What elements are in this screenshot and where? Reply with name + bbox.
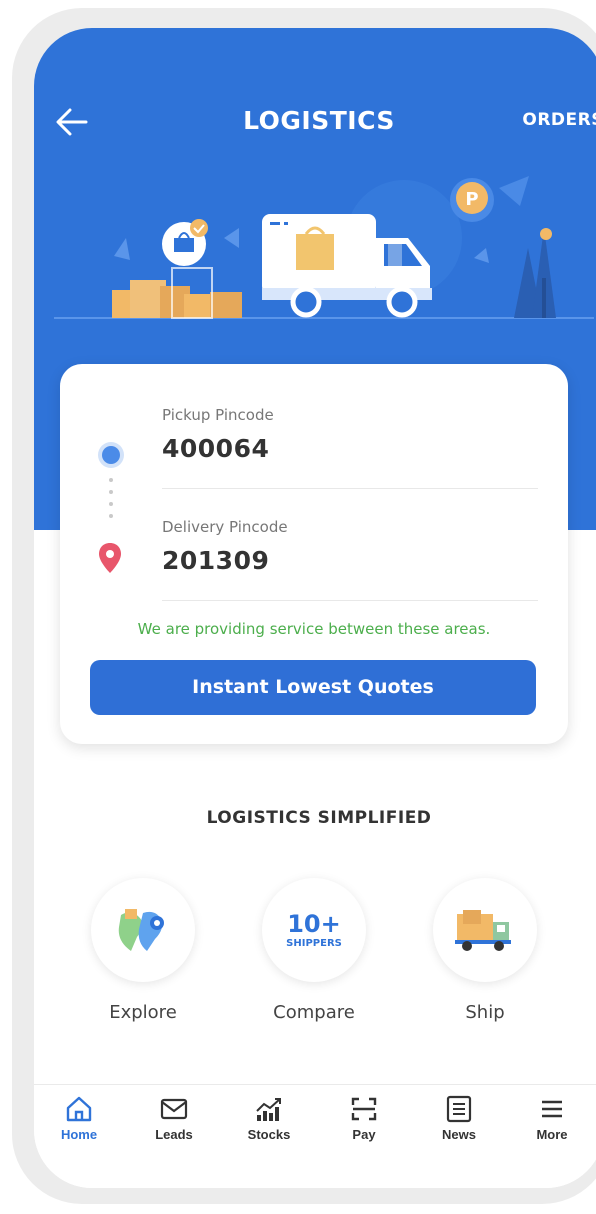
pickup-marker-icon [102,446,120,464]
pickup-label: Pickup Pincode [162,406,274,424]
shippers-text: SHIPPERS [286,937,342,949]
nav-stocks[interactable]: Stocks [229,1095,309,1142]
nav-news[interactable]: News [419,1095,499,1142]
pincode-card: Pickup Pincode 400064 Delivery Pincode 2… [60,364,568,744]
compare-circle: 10+ SHIPPERS [262,878,366,982]
top-bar: LOGISTICS ORDERS [34,98,596,148]
nav-leads-label: Leads [155,1127,193,1142]
news-icon [446,1095,472,1123]
feature-compare-label: Compare [273,1002,355,1023]
delivery-truck-icon [455,910,511,951]
nav-news-label: News [442,1127,476,1142]
chart-icon [256,1098,281,1121]
page-title: LOGISTICS [243,106,395,135]
nav-home[interactable]: Home [39,1095,119,1142]
mail-icon [160,1098,188,1120]
delivery-label: Delivery Pincode [162,518,288,536]
app-screen: LOGISTICS ORDERS P Pickup Pincode 400064… [34,28,596,1188]
home-icon [66,1096,92,1122]
bottom-nav: Home Leads Stocks Pay News More [34,1084,596,1188]
ship-circle [433,878,537,982]
shippers-badge-icon: 10+ SHIPPERS [286,912,342,949]
nav-more[interactable]: More [512,1095,592,1142]
scan-icon [351,1097,377,1121]
nav-stocks-label: Stocks [247,1127,291,1142]
explore-circle [91,878,195,982]
orders-link[interactable]: ORDERS [522,110,596,130]
service-message: We are providing service between these a… [137,620,491,638]
pickup-divider [162,488,538,489]
nav-leads[interactable]: Leads [134,1095,214,1142]
map-pin-icon [118,909,164,951]
menu-icon [542,1100,562,1118]
pickup-pincode-input[interactable]: 400064 [162,434,269,463]
feature-explore-label: Explore [109,1002,177,1023]
nav-pay[interactable]: Pay [324,1095,404,1142]
instant-quotes-button[interactable]: Instant Lowest Quotes [90,660,536,715]
route-dots [109,478,113,526]
feature-explore[interactable]: Explore [88,878,198,1023]
delivery-pincode-input[interactable]: 201309 [162,546,269,575]
nav-more-label: More [536,1127,568,1142]
feature-ship[interactable]: Ship [430,878,540,1023]
svg-text:P: P [465,189,478,210]
delivery-pin-icon [99,543,121,573]
feature-compare[interactable]: 10+ SHIPPERS Compare [259,878,369,1023]
logistics-illustration: P [54,176,594,319]
nav-pay-label: Pay [352,1127,376,1142]
nav-home-label: Home [60,1127,98,1142]
section-title: LOGISTICS SIMPLIFIED [206,808,432,828]
shippers-count: 10+ [287,909,341,938]
delivery-divider [162,600,538,601]
feature-ship-label: Ship [465,1002,505,1023]
